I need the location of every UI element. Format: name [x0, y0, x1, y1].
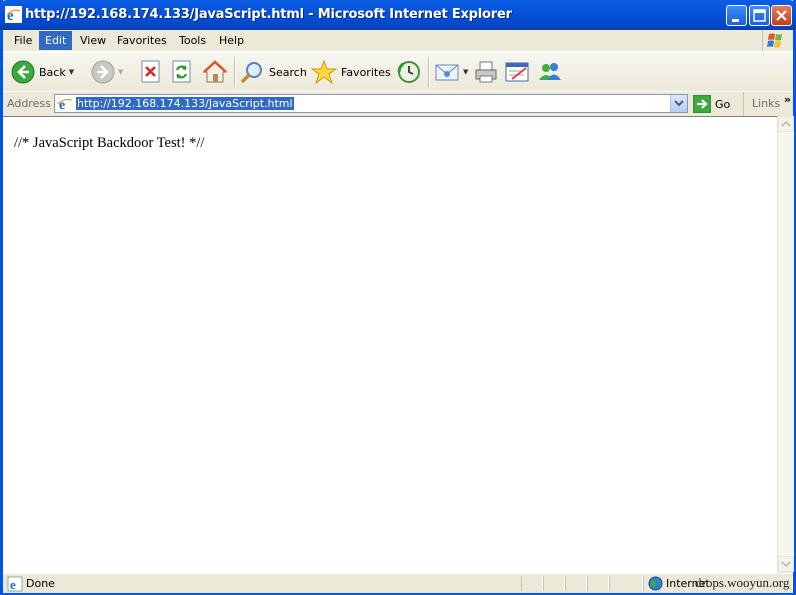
status-panel: [587, 576, 609, 591]
page-body-text: //* JavaScript Backdoor Test! *//: [14, 135, 205, 151]
edit-icon: [505, 62, 529, 82]
back-dropdown-icon[interactable]: ▼: [69, 68, 74, 76]
page-icon: e: [57, 96, 73, 112]
minimize-button[interactable]: [726, 5, 747, 26]
svg-text:e: e: [10, 577, 16, 592]
address-dropdown-button[interactable]: [670, 95, 687, 112]
search-icon: [240, 62, 262, 84]
page-content: //* JavaScript Backdoor Test! *//: [3, 116, 777, 573]
forward-arrow-icon: [91, 60, 115, 84]
mail-icon: [435, 64, 459, 81]
forward-button[interactable]: ▼: [91, 58, 123, 86]
maximize-icon: [753, 9, 766, 22]
back-arrow-icon: [11, 60, 35, 84]
status-panel: [521, 576, 543, 591]
search-label: Search: [269, 65, 307, 79]
menu-view[interactable]: View: [74, 31, 112, 50]
scroll-down-button[interactable]: [778, 556, 794, 572]
menu-help[interactable]: Help: [213, 31, 250, 50]
favorites-star-icon: [311, 60, 337, 84]
favorites-button[interactable]: Favorites: [311, 58, 391, 86]
status-panel: [543, 576, 565, 591]
close-button[interactable]: [771, 5, 792, 26]
scroll-up-button[interactable]: [778, 116, 794, 132]
watermark-text: drops.wooyun.org: [695, 575, 790, 590]
address-input[interactable]: e http://192.168.174.133/JavaScript.html: [54, 94, 688, 113]
browser-window: e http://192.168.174.133/JavaScript.html…: [0, 0, 796, 595]
back-label: Back: [39, 65, 66, 79]
search-button[interactable]: Search: [239, 58, 307, 86]
vertical-scrollbar[interactable]: [777, 116, 794, 572]
minimize-icon: [732, 19, 739, 22]
status-text: Done: [26, 577, 55, 590]
globe-icon: [648, 576, 663, 591]
go-arrow-icon: [693, 95, 711, 113]
links-label: Links: [752, 97, 781, 110]
go-label: Go: [715, 97, 731, 111]
status-bar: e Done Internet drops.wooyun.org: [3, 573, 793, 593]
print-button[interactable]: [473, 58, 499, 86]
toolbar-separator: [428, 57, 430, 87]
toolbar-separator: [234, 57, 236, 87]
close-icon: [776, 10, 787, 21]
go-button[interactable]: Go: [693, 95, 730, 113]
chevron-more-icon[interactable]: »: [784, 93, 791, 106]
menu-edit[interactable]: Edit: [39, 31, 73, 50]
address-url[interactable]: http://192.168.174.133/JavaScript.html: [76, 97, 294, 110]
menu-bar: File Edit View Favorites Tools Help: [3, 30, 793, 52]
history-icon: [397, 61, 420, 83]
title-bar[interactable]: e http://192.168.174.133/JavaScript.html…: [0, 0, 796, 30]
mail-button[interactable]: ▼: [434, 58, 468, 86]
windows-logo-icon: [762, 30, 789, 51]
refresh-button[interactable]: [171, 58, 193, 86]
toolbar: Back ▼ ▼ Search Favorites ▼: [3, 52, 793, 92]
page-status-icon: e: [7, 576, 23, 592]
menu-file[interactable]: File: [8, 31, 38, 50]
mail-dropdown-icon[interactable]: ▼: [463, 68, 468, 76]
menu-favorites[interactable]: Favorites: [111, 31, 173, 50]
back-button[interactable]: Back ▼: [11, 58, 74, 86]
links-toolbar[interactable]: Links: [743, 92, 780, 116]
messenger-icon: [539, 63, 561, 80]
address-label: Address: [7, 97, 51, 110]
chevron-up-icon: [781, 120, 791, 127]
home-button[interactable]: [202, 58, 228, 86]
chevron-down-icon: [781, 561, 791, 568]
print-icon: [475, 61, 497, 83]
favorites-label: Favorites: [341, 65, 391, 79]
history-button[interactable]: [396, 58, 422, 86]
status-panel: [565, 576, 587, 591]
forward-dropdown-icon[interactable]: ▼: [118, 68, 123, 76]
refresh-icon: [172, 60, 191, 83]
ie-icon: e: [5, 6, 22, 23]
maximize-button[interactable]: [749, 5, 770, 26]
home-icon: [202, 60, 228, 83]
address-bar: Address e http://192.168.174.133/JavaScr…: [3, 91, 793, 117]
chevron-down-icon: [674, 100, 684, 107]
stop-icon: [141, 60, 160, 83]
stop-button[interactable]: [140, 58, 162, 86]
edit-button[interactable]: [504, 58, 530, 86]
status-panel: [609, 576, 643, 591]
messenger-button[interactable]: [536, 58, 564, 86]
menu-tools[interactable]: Tools: [173, 31, 212, 50]
window-title: http://192.168.174.133/JavaScript.html -…: [25, 7, 512, 22]
